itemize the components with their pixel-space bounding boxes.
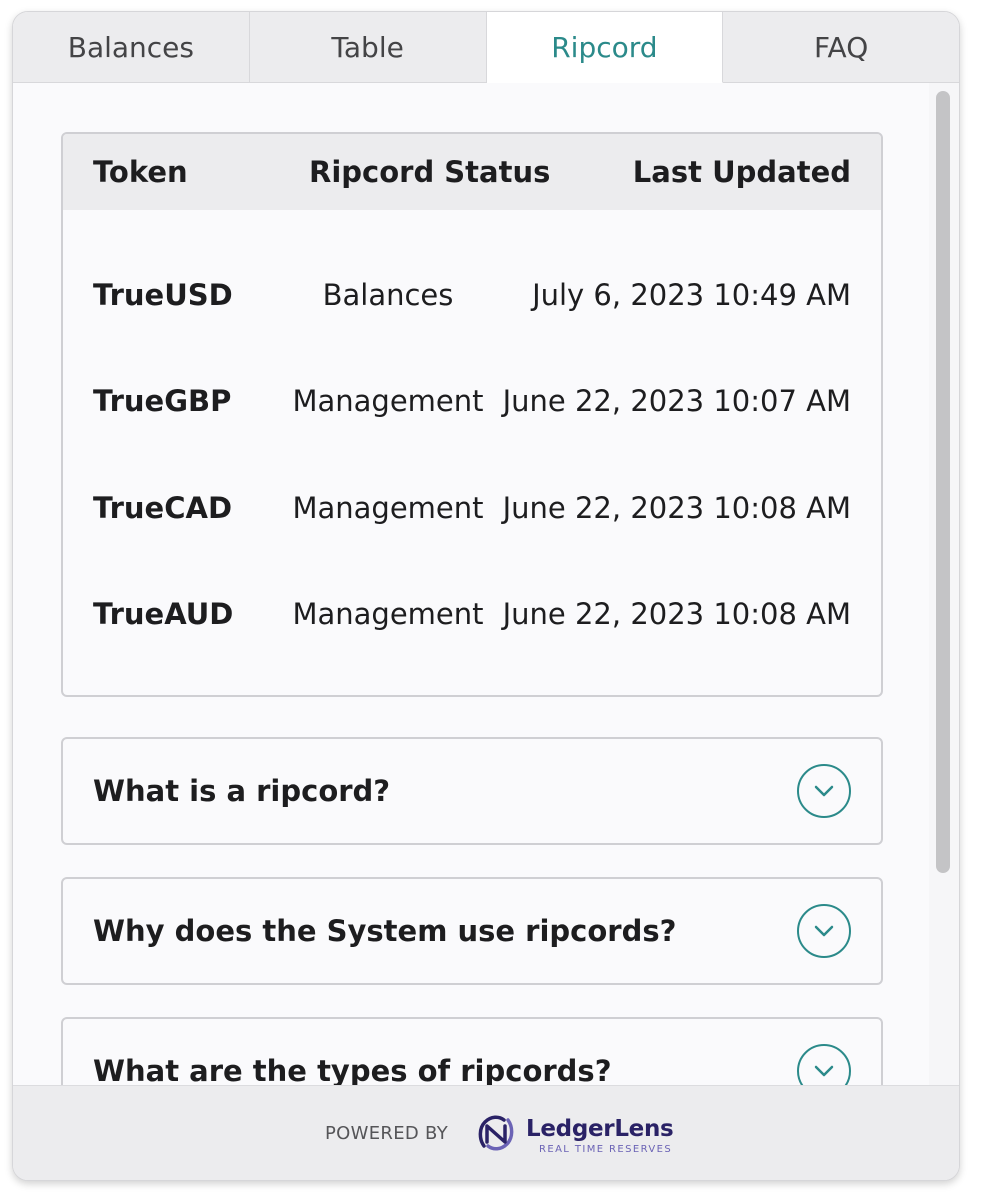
faq-question: What is a ripcord? <box>93 774 391 808</box>
last-updated: June 22, 2023 10:07 AM <box>502 384 851 418</box>
ripcord-status: Management <box>292 384 484 418</box>
scrollbar[interactable] <box>929 83 959 1085</box>
table-header: Token Ripcord Status Last Updated <box>63 134 881 210</box>
footer: POWERED BY LedgerLens REAL TIME RESERVES <box>13 1085 959 1180</box>
brand-tagline: REAL TIME RESERVES <box>539 1144 673 1155</box>
token-name: TrueAUD <box>93 597 234 631</box>
ripcord-status: Management <box>292 491 484 525</box>
tab-bar: Balances Table Ripcord FAQ <box>13 12 959 83</box>
ripcord-widget: Balances Table Ripcord FAQ Token Ripcord… <box>12 11 960 1181</box>
table-row: TrueCAD Management June 22, 2023 10:08 A… <box>63 483 881 533</box>
ledgerlens-logo-icon <box>478 1115 514 1151</box>
token-name: TrueUSD <box>93 278 233 312</box>
scrollbar-thumb[interactable] <box>936 91 950 873</box>
last-updated: July 6, 2023 10:49 AM <box>532 278 851 312</box>
table-row: TrueGBP Management June 22, 2023 10:07 A… <box>63 376 881 426</box>
brand-name: LedgerLens <box>526 1116 674 1142</box>
last-updated: June 22, 2023 10:08 AM <box>502 597 851 631</box>
table-row: TrueUSD Balances July 6, 2023 10:49 AM <box>63 270 881 320</box>
faq-item-why-ripcords[interactable]: Why does the System use ripcords? <box>61 877 883 985</box>
tab-table[interactable]: Table <box>249 12 487 83</box>
column-header-updated: Last Updated <box>632 155 851 189</box>
chevron-down-icon[interactable] <box>797 1044 851 1085</box>
last-updated: June 22, 2023 10:08 AM <box>502 491 851 525</box>
tab-ripcord[interactable]: Ripcord <box>486 12 724 83</box>
powered-by-label: POWERED BY <box>325 1123 449 1144</box>
column-header-status: Ripcord Status <box>309 155 551 189</box>
token-name: TrueGBP <box>93 384 232 418</box>
tab-balances[interactable]: Balances <box>13 12 250 83</box>
chevron-down-icon[interactable] <box>797 764 851 818</box>
ripcord-status: Balances <box>322 278 454 312</box>
table-row: TrueAUD Management June 22, 2023 10:08 A… <box>63 589 881 639</box>
faq-question: Why does the System use ripcords? <box>93 914 677 948</box>
faq-question: What are the types of ripcords? <box>93 1054 612 1085</box>
token-name: TrueCAD <box>93 491 233 525</box>
column-header-token: Token <box>93 155 188 189</box>
faq-item-what-is-ripcord[interactable]: What is a ripcord? <box>61 737 883 845</box>
tab-faq[interactable]: FAQ <box>723 12 959 83</box>
chevron-down-icon[interactable] <box>797 904 851 958</box>
ripcord-status-table: Token Ripcord Status Last Updated TrueUS… <box>61 132 883 697</box>
ripcord-panel: Token Ripcord Status Last Updated TrueUS… <box>13 83 959 1085</box>
faq-item-ripcord-types[interactable]: What are the types of ripcords? <box>61 1017 883 1085</box>
ripcord-status: Management <box>292 597 484 631</box>
